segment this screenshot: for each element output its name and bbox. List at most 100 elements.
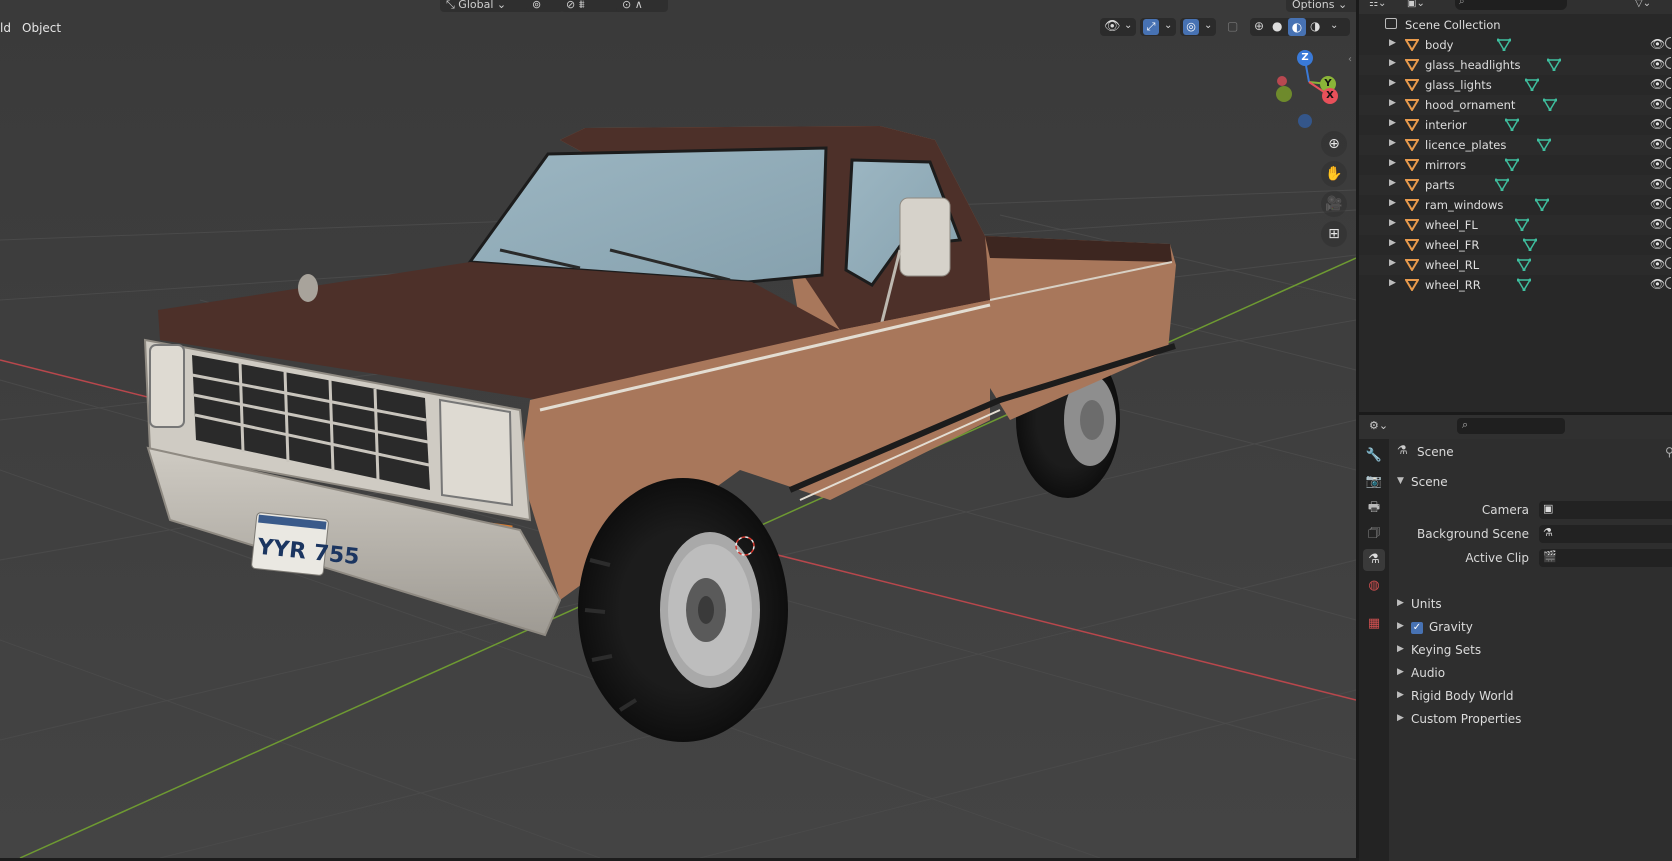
output-tab-icon[interactable]: 🖶 [1363,497,1385,519]
shading-mode-group[interactable]: ⊕ ● ◐ ◑ ⌄ [1250,18,1350,36]
eye-icon[interactable]: 👁 [1650,157,1665,171]
expand-arrow-icon[interactable]: ▶ [1389,118,1396,128]
display-mode-icon[interactable]: ▣⌄ [1407,0,1425,9]
overlays-toggle[interactable]: ◎ ⌄ [1180,18,1216,36]
pivot-point-dropdown[interactable]: ⊚ [526,0,564,12]
expand-arrow-icon[interactable]: ▶ [1389,98,1396,108]
camera-restrict-icon[interactable] [1665,97,1671,109]
expand-arrow-icon[interactable]: ▶ [1389,218,1396,228]
expand-arrow-icon[interactable]: ▶ [1389,258,1396,268]
scene-tab-icon[interactable]: ⚗ [1363,549,1385,571]
panel-keying-sets[interactable]: ▶ Keying Sets [1397,641,1672,661]
pan-hand-icon[interactable]: ✋ [1321,161,1347,187]
outliner-item-interior[interactable]: ▶ interior 👁 [1359,115,1672,135]
background-scene-field[interactable]: ⚗ [1539,525,1672,543]
gizmo-x-axis[interactable]: X [1322,88,1338,104]
expand-arrow-icon[interactable]: ▶ [1389,58,1396,68]
gizmo-neg-x-axis[interactable] [1277,76,1287,86]
mesh-data-icon[interactable] [1495,178,1509,191]
outliner-item-licence_plates[interactable]: ▶ licence_plates 👁 [1359,135,1672,155]
mesh-data-icon[interactable] [1517,278,1531,291]
gizmo-z-axis[interactable]: Z [1297,50,1313,66]
tool-tab-icon[interactable]: 🔧 [1363,445,1385,467]
eye-icon[interactable]: 👁 [1650,117,1665,131]
outliner-item-wheel_RL[interactable]: ▶ wheel_RL 👁 [1359,255,1672,275]
camera-restrict-icon[interactable] [1665,217,1671,229]
proportional-edit-dropdown[interactable]: ⊙ ∧ [616,0,668,12]
pin-icon[interactable]: ⚲ [1665,445,1672,459]
mesh-data-icon[interactable] [1547,58,1561,71]
texture-tab-icon[interactable]: ▦ [1363,613,1385,635]
mesh-data-icon[interactable] [1517,258,1531,271]
solid-shading-icon[interactable]: ● [1272,19,1282,33]
panel-scene-header[interactable]: ▼ Scene [1397,473,1672,493]
outliner-item-ram_windows[interactable]: ▶ ram_windows 👁 [1359,195,1672,215]
gizmo-neg-z-axis[interactable] [1298,114,1312,128]
eye-icon[interactable]: 👁 [1650,137,1665,151]
editor-type-icon[interactable]: ⚙⌄ [1369,419,1388,432]
camera-restrict-icon[interactable] [1665,177,1671,189]
outliner-scene-collection[interactable]: Scene Collection [1359,15,1672,35]
expand-arrow-icon[interactable]: ▶ [1389,198,1396,208]
outliner-item-hood_ornament[interactable]: ▶ hood_ornament 👁 [1359,95,1672,115]
outliner-panel[interactable]: ☷⌄ ▣⌄ ⌕ ▽⌄ Scene Collection ▶ body 👁 ▶ glass… [1356,0,1672,412]
camera-restrict-icon[interactable] [1665,117,1671,129]
camera-restrict-icon[interactable] [1665,137,1671,149]
eye-icon[interactable]: 👁 [1650,97,1665,111]
properties-panel[interactable]: ⚙⌄ ⌕ 🔧 📷 🖶 🗇 ⚗ ◍ ▦ ⚗ Scene ⚲ ▼ Scene Cam… [1356,412,1672,861]
mesh-data-icon[interactable] [1525,78,1539,91]
eye-icon[interactable]: 👁 [1650,77,1665,91]
camera-restrict-icon[interactable] [1665,77,1671,89]
perspective-grid-icon[interactable]: ⊞ [1321,221,1347,247]
panel-rigid-body-world[interactable]: ▶ Rigid Body World [1397,687,1672,707]
eye-icon[interactable]: 👁 [1650,197,1665,211]
mesh-data-icon[interactable] [1505,158,1519,171]
mesh-data-icon[interactable] [1515,218,1529,231]
world-tab-icon[interactable]: ◍ [1363,575,1385,597]
eye-icon[interactable]: 👁 [1650,277,1665,291]
snap-dropdown[interactable]: ⊘ ⩩ [560,0,622,12]
visibility-dropdown[interactable]: 👁 ⌄ [1100,18,1136,36]
outliner-item-mirrors[interactable]: ▶ mirrors 👁 [1359,155,1672,175]
eye-icon[interactable]: 👁 [1650,237,1665,251]
camera-restrict-icon[interactable] [1665,237,1671,249]
expand-arrow-icon[interactable]: ▶ [1389,38,1396,48]
panel-units[interactable]: ▶ Units [1397,595,1672,615]
mesh-data-icon[interactable] [1505,118,1519,131]
gravity-checkbox[interactable]: ✓ [1411,622,1423,634]
view-layer-tab-icon[interactable]: 🗇 [1363,523,1385,545]
camera-view-icon[interactable]: 🎥 [1321,191,1347,217]
mesh-data-icon[interactable] [1523,238,1537,251]
camera-restrict-icon[interactable] [1665,157,1671,169]
outliner-search-input[interactable]: ⌕ [1455,0,1567,10]
material-preview-shading-icon[interactable]: ◐ [1288,18,1306,36]
outliner-item-wheel_FR[interactable]: ▶ wheel_FR 👁 [1359,235,1672,255]
properties-search-input[interactable]: ⌕ [1457,418,1565,434]
menu-object[interactable]: Object [16,20,67,36]
editor-type-icon[interactable]: ☷⌄ [1369,0,1386,9]
camera-restrict-icon[interactable] [1665,37,1671,49]
outliner-item-wheel_FL[interactable]: ▶ wheel_FL 👁 [1359,215,1672,235]
camera-restrict-icon[interactable] [1665,277,1671,289]
panel-audio[interactable]: ▶ Audio [1397,664,1672,684]
mesh-data-icon[interactable] [1497,38,1511,51]
eye-icon[interactable]: 👁 [1650,37,1665,51]
mesh-data-icon[interactable] [1543,98,1557,111]
rendered-shading-icon[interactable]: ◑ [1310,19,1320,33]
filter-icon[interactable]: ▽⌄ [1635,0,1651,9]
eye-icon[interactable]: 👁 [1650,257,1665,271]
outliner-item-body[interactable]: ▶ body 👁 [1359,35,1672,55]
outliner-item-parts[interactable]: ▶ parts 👁 [1359,175,1672,195]
zoom-icon[interactable]: ⊕ [1321,131,1347,157]
camera-restrict-icon[interactable] [1665,57,1671,69]
menu-world[interactable]: ld [0,20,17,36]
xray-toggle[interactable]: ▢ [1224,18,1242,36]
expand-arrow-icon[interactable]: ▶ [1389,78,1396,88]
outliner-item-wheel_RR[interactable]: ▶ wheel_RR 👁 [1359,275,1672,295]
camera-restrict-icon[interactable] [1665,197,1671,209]
gizmo-neg-y-axis[interactable] [1276,86,1292,102]
expand-arrow-icon[interactable]: ▶ [1389,238,1396,248]
expand-arrow-icon[interactable]: ▶ [1389,178,1396,188]
panel-custom-properties[interactable]: ▶ Custom Properties [1397,710,1672,730]
gizmo-toggle[interactable]: ⤢ ⌄ [1140,18,1176,36]
